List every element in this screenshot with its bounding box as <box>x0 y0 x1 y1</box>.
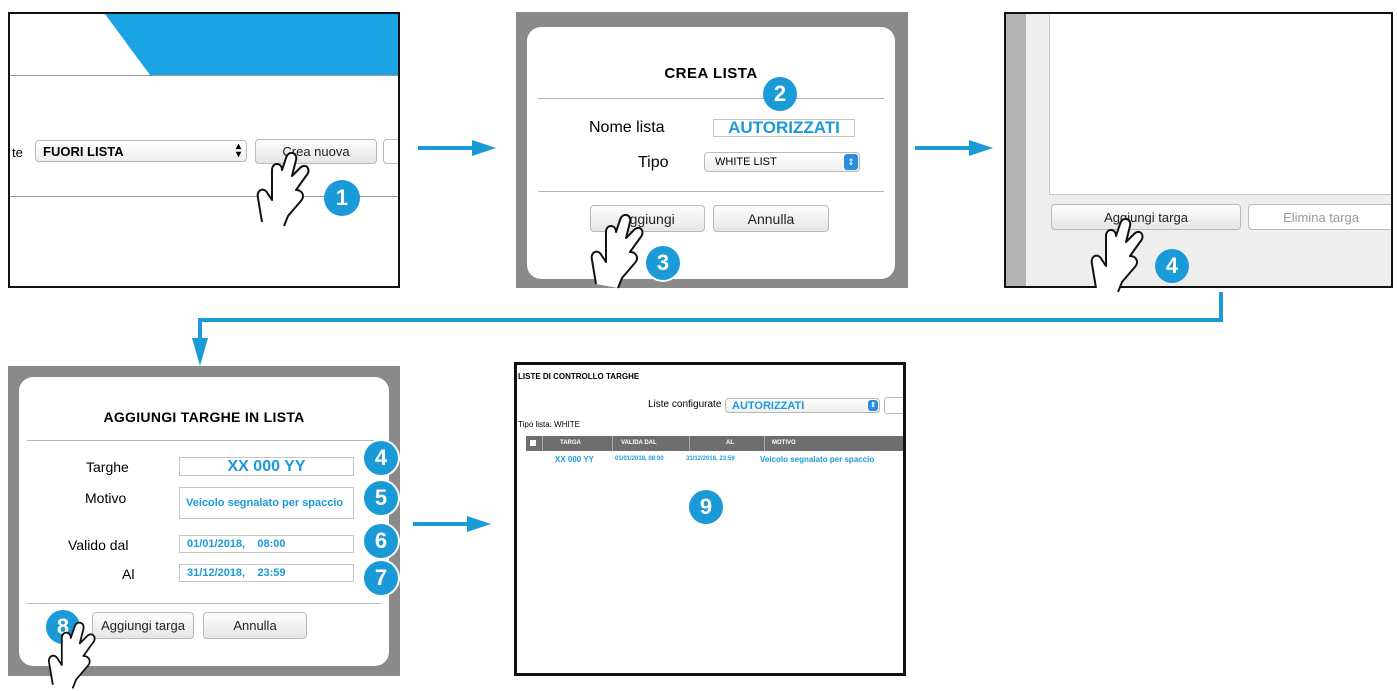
step-badge-2: 2 <box>763 77 797 111</box>
cancel-button[interactable]: Annulla <box>203 612 307 639</box>
lists-select[interactable]: AUTORIZZATI ⇕ <box>725 398 880 413</box>
column-header: VALIDA DAL <box>621 440 657 446</box>
table-header: TARGA VALIDA DAL AL MOTIVO <box>526 436 903 451</box>
connector-arrow-icon <box>192 292 1223 366</box>
dialog-title: CREA LISTA <box>664 65 758 82</box>
table-row[interactable]: XX 000 YY 01/01/2018, 08:00 31/12/2018, … <box>526 453 903 467</box>
from-label: Valido dal <box>68 537 129 553</box>
plates-list-area <box>1049 14 1391 195</box>
divider <box>27 603 381 604</box>
col-separator <box>612 436 613 451</box>
name-field[interactable]: AUTORIZZATI <box>713 118 855 137</box>
select-arrow-icon: ⇕ <box>868 400 878 411</box>
step3-panel: Aggiungi targa Elimina targa <box>1004 12 1393 288</box>
column-header: MOTIVO <box>772 440 796 446</box>
plate-cell: XX 000 YY <box>555 455 594 464</box>
reason-textarea[interactable]: Veicolo segnalato per spaccio <box>179 487 354 519</box>
step-badge-3: 3 <box>646 246 680 280</box>
step-badge-6: 6 <box>364 524 398 558</box>
updown-icon: ▴ ▾ <box>235 141 241 160</box>
col-separator <box>764 436 765 451</box>
select-all-checkbox[interactable] <box>530 440 536 446</box>
plates-label: Targhe <box>86 459 129 475</box>
arrow-right-icon <box>915 140 993 156</box>
divider <box>538 98 884 99</box>
list-select[interactable]: FUORI LISTA ▴ ▾ <box>35 140 247 162</box>
type-select-value: WHITE LIST <box>715 156 777 168</box>
select-arrow-icon: ⇕ <box>844 154 858 170</box>
name-field-value: AUTORIZZATI <box>728 118 840 137</box>
reason-label: Motivo <box>85 490 127 506</box>
blue-header-shape <box>105 14 398 75</box>
reason-cell: Veicolo segnalato per spaccio <box>760 455 875 464</box>
col-separator <box>689 436 690 451</box>
delete-plate-button[interactable]: Elimina targa <box>1248 204 1391 230</box>
sidebar-strip <box>1006 14 1026 286</box>
page-heading: LISTE DI CONTROLLO TARGHE <box>518 372 640 381</box>
arrow-right-icon <box>413 516 491 532</box>
step2-panel: CREA LISTA Nome lista AUTORIZZATI Tipo W… <box>516 12 908 288</box>
column-header: TARGA <box>560 440 581 446</box>
cancel-button[interactable]: Annulla <box>713 205 829 232</box>
lists-label: Liste configurate <box>648 399 722 410</box>
valid-to-value: 31/12/2018, 23:59 <box>187 567 286 579</box>
divider <box>538 191 884 192</box>
step-badge-4-plates: 4 <box>364 441 398 475</box>
type-select[interactable]: WHITE LIST ⇕ <box>704 152 860 172</box>
adjacent-button-edge[interactable] <box>884 397 903 414</box>
reason-textarea-value: Veicolo segnalato per spaccio <box>186 497 344 509</box>
valid-to-cell: 31/12/2018, 23:59 <box>686 456 735 462</box>
plates-field-value: XX 000 YY <box>227 457 306 475</box>
valid-to-field[interactable]: 31/12/2018, 23:59 <box>179 564 354 582</box>
lists-select-value: AUTORIZZATI <box>732 399 805 412</box>
step-badge-7: 7 <box>364 561 398 595</box>
hand-pointer-icon <box>256 152 310 227</box>
list-select-value: FUORI LISTA <box>43 143 124 159</box>
hand-pointer-icon <box>48 621 96 689</box>
valid-from-value: 01/01/2018, 08:00 <box>187 538 286 550</box>
type-label: Tipo <box>638 154 669 171</box>
step-badge-1: 1 <box>324 180 360 216</box>
step-badge-9: 9 <box>689 490 723 524</box>
to-label: Al <box>122 566 135 582</box>
valid-from-field[interactable]: 01/01/2018, 08:00 <box>179 535 354 553</box>
next-button-edge[interactable] <box>383 139 398 164</box>
divider <box>10 75 398 76</box>
valid-from-cell: 01/01/2018, 08:00 <box>615 456 664 462</box>
create-list-dialog: CREA LISTA Nome lista AUTORIZZATI Tipo W… <box>527 27 895 279</box>
step-badge-4: 4 <box>1155 249 1189 283</box>
dialog-title: AGGIUNGI TARGHE IN LISTA <box>103 409 305 425</box>
hand-pointer-icon <box>1090 218 1144 293</box>
list-type-text: Tipo lista: WHITE <box>518 420 580 429</box>
arrow-right-icon <box>418 140 496 156</box>
step-badge-5: 5 <box>364 481 398 515</box>
name-label: Nome lista <box>589 119 665 136</box>
column-header: AL <box>726 440 734 446</box>
step1-panel: te FUORI LISTA ▴ ▾ Crea nuova <box>8 12 400 288</box>
plates-field[interactable]: XX 000 YY <box>179 457 354 476</box>
col-separator <box>542 436 543 451</box>
divider <box>27 440 381 441</box>
cut-label: te <box>12 145 23 160</box>
